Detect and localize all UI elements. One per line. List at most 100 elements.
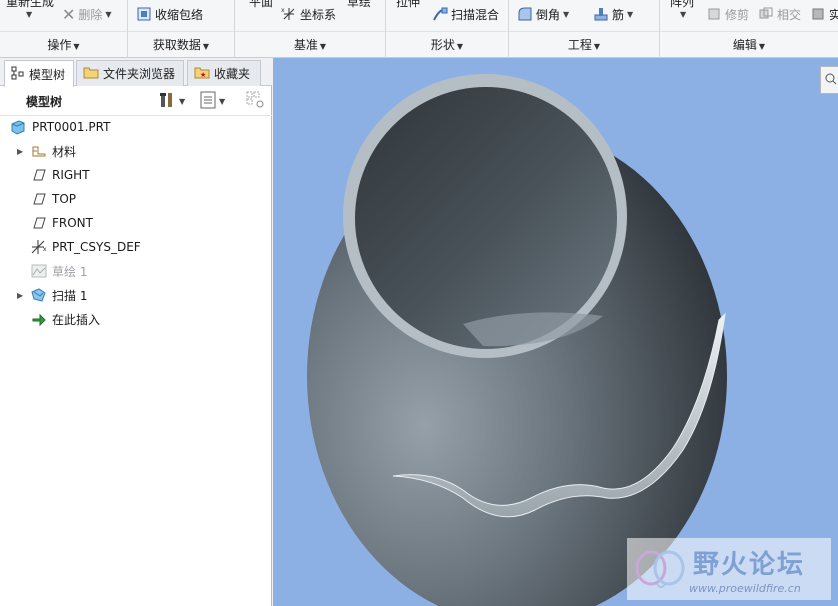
svg-text:x: x <box>43 246 47 253</box>
tree-item-label: PRT_CSYS_DEF <box>52 240 141 254</box>
extrude-button[interactable]: 拉伸 <box>396 0 420 10</box>
sweep-icon <box>30 287 48 303</box>
regenerate-dropdown[interactable]: ▼ <box>26 10 32 19</box>
pattern-dropdown[interactable]: ▼ <box>680 10 686 19</box>
solidify-label: 实 <box>829 7 838 22</box>
swept-blend-button[interactable]: 扫描混合 <box>432 4 499 24</box>
chevron-down-icon: ▼ <box>219 96 226 106</box>
pattern-button[interactable]: 阵列 <box>670 0 694 10</box>
tree-item-label: TOP <box>52 192 77 206</box>
list-icon <box>200 91 216 112</box>
folder-icon <box>83 65 99 82</box>
chevron-down-icon: ▼ <box>563 9 570 19</box>
tree-toolbar: 模型树 ▼ ▼ <box>0 86 272 116</box>
tree-item-label: FRONT <box>52 216 93 230</box>
model-tree-panel: 模型树 文件夹浏览器 ★ 收藏夹 模型树 ▼ ▼ PRT0001.PRT ▶ 材… <box>0 58 272 606</box>
solidify-button[interactable]: 实 <box>810 4 838 24</box>
sketch-button[interactable]: 草绘 <box>347 0 371 10</box>
group-engineering: 倒角 ▼ 筋 ▼ 工程 ▼ <box>509 0 660 58</box>
trim-button[interactable]: 修剪 <box>706 4 749 24</box>
tree-item-material[interactable]: ▶ 材料 <box>0 140 270 162</box>
group-get-data: 收缩包络 获取数据 ▼ <box>128 0 235 58</box>
tree-item-label: RIGHT <box>52 168 90 182</box>
swept-blend-icon <box>432 6 448 22</box>
view-toolbar-button[interactable] <box>820 66 838 94</box>
group-label-editing[interactable]: 编辑 ▼ <box>660 36 838 53</box>
csys-button[interactable]: x 坐标系 <box>281 4 336 24</box>
chevron-down-icon: ▼ <box>179 96 186 106</box>
group-label-datum[interactable]: 基准 ▼ <box>235 36 385 53</box>
expand-arrow-icon[interactable]: ▶ <box>17 291 25 300</box>
vase-model[interactable] <box>273 58 838 606</box>
filter-icon <box>246 91 266 112</box>
group-shapes: 拉伸 扫描混合 形状 ▼ <box>386 0 509 58</box>
swept-blend-label: 扫描混合 <box>451 7 500 22</box>
group-operations: 重新生成 ▼ ✕ 删除 ▼ 操作 ▼ <box>0 0 128 58</box>
tree-item-front[interactable]: FRONT <box>0 212 270 234</box>
tab-favorites[interactable]: ★ 收藏夹 <box>187 60 261 86</box>
tab-folder-browser[interactable]: 文件夹浏览器 <box>76 60 184 86</box>
tab-model-tree-label: 模型树 <box>29 67 66 82</box>
delete-label: 删除 <box>78 7 103 22</box>
tab-favorites-label: 收藏夹 <box>214 67 251 81</box>
group-label-shapes[interactable]: 形状 ▼ <box>386 36 508 53</box>
group-label-operations[interactable]: 操作 ▼ <box>0 36 127 53</box>
group-label-get-data[interactable]: 获取数据 ▼ <box>128 36 234 53</box>
intersect-button[interactable]: 相交 <box>758 4 801 24</box>
tree-item-csys[interactable]: x PRT_CSYS_DEF <box>0 236 270 258</box>
shrinkwrap-icon <box>136 6 152 22</box>
sketch-icon <box>30 263 48 279</box>
intersect-icon <box>758 6 774 22</box>
group-datum: 平面 草绘 x 坐标系 基准 ▼ <box>235 0 386 58</box>
round-button[interactable]: 倒角 ▼ <box>517 4 569 24</box>
datum-plane-icon <box>30 215 48 231</box>
round-icon <box>517 6 533 22</box>
intersect-label: 相交 <box>777 7 802 22</box>
tree-item-label: 草绘 1 <box>52 264 88 279</box>
favorites-icon: ★ <box>194 65 210 82</box>
tree-title: 模型树 <box>26 95 63 109</box>
trim-label: 修剪 <box>725 7 750 22</box>
delete-icon: ✕ <box>62 4 76 24</box>
datum-plane-icon <box>30 167 48 183</box>
round-label: 倒角 <box>536 7 561 22</box>
vase-opening <box>355 87 617 349</box>
zoom-icon <box>825 73 837 88</box>
plane-button[interactable]: 平面 <box>249 0 273 10</box>
shrinkwrap-button[interactable]: 收缩包络 <box>136 4 203 24</box>
material-icon <box>30 143 48 159</box>
regenerate-button[interactable]: 重新生成 <box>6 0 54 10</box>
rib-label: 筋 <box>612 7 625 22</box>
tree-item-insert-here[interactable]: 在此插入 <box>0 308 270 330</box>
navigator-tabs: 模型树 文件夹浏览器 ★ 收藏夹 <box>0 58 272 87</box>
chevron-down-icon: ▼ <box>105 9 112 19</box>
shrinkwrap-label: 收缩包络 <box>155 7 204 22</box>
delete-button[interactable]: ✕ 删除 ▼ <box>62 4 112 24</box>
tree-settings-button[interactable]: ▼ <box>158 91 185 111</box>
tree-item-label: 在此插入 <box>52 312 101 327</box>
csys-icon: x <box>281 6 297 22</box>
tree-item-label: 扫描 1 <box>52 288 88 303</box>
tree-item-top[interactable]: TOP <box>0 188 270 210</box>
tree-item-right[interactable]: RIGHT <box>0 164 270 186</box>
trim-icon <box>706 6 722 22</box>
tab-model-tree[interactable]: 模型树 <box>4 60 74 87</box>
graphics-viewport[interactable]: 野火论坛 www.proewildfire.cn <box>273 58 838 606</box>
expand-arrow-icon[interactable]: ▶ <box>17 147 25 156</box>
rib-icon <box>593 6 609 22</box>
tree-item-sweep[interactable]: ▶ 扫描 1 <box>0 284 270 306</box>
chevron-down-icon: ▼ <box>627 9 634 19</box>
insert-here-arrow-icon <box>30 311 48 327</box>
model-tree-icon <box>11 66 25 83</box>
tree-item-part[interactable]: PRT0001.PRT <box>0 116 270 138</box>
tree-filter-button[interactable] <box>246 91 266 111</box>
rib-button[interactable]: 筋 ▼ <box>593 4 633 24</box>
group-editing: 阵列 ▼ 修剪 相交 实 编辑 ▼ <box>660 0 838 58</box>
csys-label: 坐标系 <box>300 7 337 22</box>
group-label-engineering[interactable]: 工程 ▼ <box>509 36 659 53</box>
tree-item-sketch[interactable]: 草绘 1 <box>0 260 270 282</box>
tree-show-button[interactable]: ▼ <box>200 91 225 111</box>
watermark-logo-icon <box>633 546 689 597</box>
solidify-icon <box>810 6 826 22</box>
csys-icon: x <box>30 239 48 255</box>
